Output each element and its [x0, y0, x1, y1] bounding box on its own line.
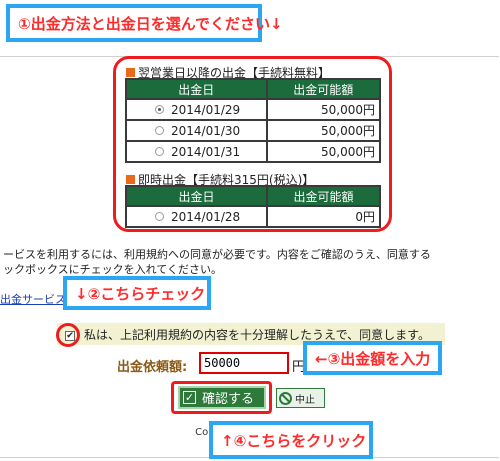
- callout-step2: ↓②こちらチェック: [63, 276, 211, 310]
- cancel-button-label: 中止: [295, 394, 315, 406]
- terms-notice: ービスを利用するには、利用規約への同意が必要です。内容をご確認のうえ、同意する …: [3, 247, 500, 277]
- amount-label: 出金依頼額:: [117, 360, 188, 375]
- ban-icon: [279, 391, 292, 405]
- options-highlight-ring: [113, 56, 392, 232]
- confirm-highlight-ring: [171, 381, 272, 414]
- checkbox-highlight-ring: [56, 323, 80, 347]
- agreement-text: 私は、上記利用規約の内容を十分理解したうえで、同意します。: [84, 327, 430, 342]
- terms-notice-line2: ックボックスにチェックを入れてください。: [3, 263, 223, 276]
- cancel-button[interactable]: 中止: [276, 388, 325, 408]
- callout-step3: ←③出金額を入力: [303, 341, 442, 375]
- callout-step4: ↑④こちらをクリック: [209, 421, 373, 459]
- amount-input[interactable]: [199, 352, 289, 374]
- callout-step1: ①出金方法と出金日を選んでください↓: [6, 4, 283, 42]
- terms-link[interactable]: 出金サービス: [0, 291, 66, 307]
- terms-notice-line1: ービスを利用するには、利用規約への同意が必要です。内容をご確認のうえ、同意する: [3, 248, 431, 261]
